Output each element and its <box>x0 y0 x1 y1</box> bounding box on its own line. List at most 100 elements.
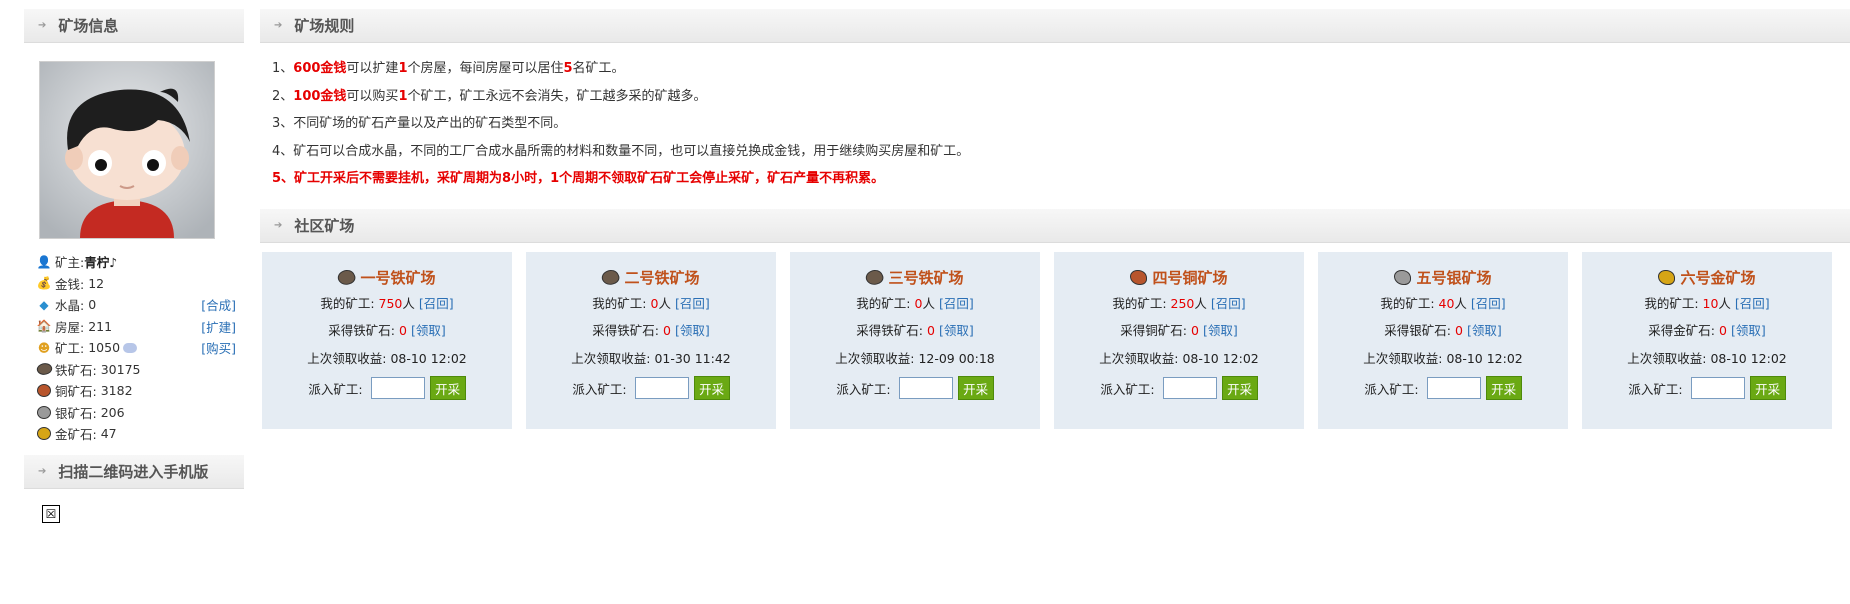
goldore-value: 47 <box>100 426 117 442</box>
silver-ore-icon <box>36 404 52 420</box>
mine-card-6: 六号金矿场 我的矿工: 10人 [召回] 采得金矿石: 0 [领取] 上次领取收… <box>1582 251 1832 429</box>
start-mining-button[interactable]: 开采 <box>1221 376 1258 400</box>
mine-title[interactable]: 四号铜矿场 <box>1054 266 1304 290</box>
mine-name: 六号金矿场 <box>1680 269 1756 287</box>
recall-link[interactable]: [召回] <box>1211 296 1246 311</box>
recall-link[interactable]: [召回] <box>1471 296 1506 311</box>
arrow-icon: ➔ <box>38 20 47 31</box>
recall-link[interactable]: [召回] <box>1735 296 1770 311</box>
stat-silver: 银矿石: 206 <box>36 402 236 424</box>
dispatch-row: 派入矿工: 开采 <box>526 372 776 404</box>
my-miners-label: 我的矿工: <box>592 295 647 311</box>
mine-title[interactable]: 六号金矿场 <box>1582 266 1832 290</box>
mine-card-2: 二号铁矿场 我的矿工: 0人 [召回] 采得铁矿石: 0 [领取] 上次领取收益… <box>526 251 776 429</box>
community-header: ➔ 社区矿场 <box>260 208 1850 243</box>
expand-link[interactable]: [扩建] <box>201 317 236 336</box>
dispatch-row: 派入矿工: 开采 <box>262 372 512 404</box>
ore-icon <box>1658 270 1676 285</box>
dispatch-miners-input[interactable] <box>898 377 953 399</box>
claim-link[interactable]: [领取] <box>1731 323 1766 338</box>
my-miners-row: 我的矿工: 0人 [召回] <box>790 290 1040 318</box>
my-miners-row: 我的矿工: 0人 [召回] <box>526 290 776 318</box>
claim-link[interactable]: [领取] <box>411 323 446 338</box>
qr-header: ➔ 扫描二维码进入手机版 <box>24 454 244 489</box>
dispatch-miners-input[interactable] <box>370 377 425 399</box>
people-unit: 人 <box>922 295 935 311</box>
speech-bubble-icon[interactable] <box>123 342 138 353</box>
last-claim-row: 上次领取收益: 08-10 12:02 <box>262 345 512 373</box>
people-unit: 人 <box>658 295 671 311</box>
last-claim-row: 上次领取收益: 08-10 12:02 <box>1054 345 1304 373</box>
my-miners-label: 我的矿工: <box>1112 295 1167 311</box>
synthesize-link[interactable]: [合成] <box>201 295 236 314</box>
rule-amount: 600金钱 <box>293 61 347 76</box>
last-claim-label: 上次领取收益: <box>835 350 915 366</box>
collected-value: 0 <box>663 323 671 338</box>
ore-icon <box>600 267 622 288</box>
mine-title[interactable]: 三号铁矿场 <box>790 266 1040 290</box>
dispatch-miners-input[interactable] <box>634 377 689 399</box>
my-miners-label: 我的矿工: <box>1644 295 1699 311</box>
qr-title: 扫描二维码进入手机版 <box>58 462 209 481</box>
stat-goldore: 金矿石: 47 <box>36 423 236 445</box>
mine-title[interactable]: 二号铁矿场 <box>526 266 776 290</box>
collected-label: 采得金矿石: <box>1648 323 1716 338</box>
start-mining-button[interactable]: 开采 <box>1749 376 1786 400</box>
recall-link[interactable]: [召回] <box>419 296 454 311</box>
last-claim-row: 上次领取收益: 12-09 00:18 <box>790 345 1040 373</box>
gold-value: 12 <box>88 275 105 291</box>
my-miners-row: 我的矿工: 40人 [召回] <box>1318 290 1568 318</box>
claim-link[interactable]: [领取] <box>1467 323 1502 338</box>
recall-link[interactable]: [召回] <box>939 296 974 311</box>
last-claim-time: 08-10 12:02 <box>390 350 467 366</box>
mine-card-3: 三号铁矿场 我的矿工: 0人 [召回] 采得铁矿石: 0 [领取] 上次领取收益… <box>790 251 1040 429</box>
rules-header: ➔ 矿场规则 <box>260 9 1850 43</box>
avatar <box>39 61 215 239</box>
rule-number: 1、 <box>272 61 294 76</box>
ore-icon <box>336 267 358 288</box>
claim-link[interactable]: [领取] <box>1203 323 1238 338</box>
claim-link[interactable]: [领取] <box>939 323 974 338</box>
dispatch-miners-input[interactable] <box>1426 377 1481 399</box>
mine-name: 二号铁矿场 <box>624 269 700 287</box>
start-mining-button[interactable]: 开采 <box>693 376 730 400</box>
mine-card-4: 四号铜矿场 我的矿工: 250人 [召回] 采得铜矿石: 0 [领取] 上次领取… <box>1054 251 1304 429</box>
stat-crystal: ◆ 水晶: 0 [合成] <box>36 294 236 316</box>
mine-name: 一号铁矿场 <box>360 269 436 287</box>
last-claim-label: 上次领取收益: <box>1627 350 1707 366</box>
dispatch-miners-input[interactable] <box>1690 377 1745 399</box>
last-claim-row: 上次领取收益: 08-10 12:02 <box>1318 345 1568 373</box>
dispatch-miners-input[interactable] <box>1162 377 1217 399</box>
buy-link[interactable]: [购买] <box>201 338 236 357</box>
ore-icon <box>1394 270 1412 285</box>
claim-link[interactable]: [领取] <box>675 323 710 338</box>
last-claim-label: 上次领取收益: <box>1099 350 1179 366</box>
iron-value: 30175 <box>100 361 141 377</box>
rule-text: 可以扩建 <box>346 61 399 76</box>
mine-stats: 👤 矿主: 青柠♪ 💰 金钱: 12 ◆ 水晶: 0 [合成] 🏠 房屋: 21… <box>34 251 236 445</box>
dispatch-row: 派入矿工: 开采 <box>1054 372 1304 404</box>
last-claim-label: 上次领取收益: <box>571 350 651 366</box>
start-mining-button[interactable]: 开采 <box>429 376 466 400</box>
mine-info-title: 矿场信息 <box>58 17 119 35</box>
mine-title[interactable]: 一号铁矿场 <box>262 266 512 290</box>
people-unit: 人 <box>402 295 415 311</box>
rule-amount: 100金钱 <box>293 88 347 104</box>
people-unit: 人 <box>1454 295 1467 311</box>
dispatch-row: 派入矿工: 开采 <box>790 372 1040 404</box>
ore-icon <box>864 267 886 288</box>
gold-ore-icon <box>36 426 52 442</box>
collected-row: 采得银矿石: 0 [领取] <box>1318 317 1568 345</box>
start-mining-button[interactable]: 开采 <box>957 376 994 400</box>
collected-value: 0 <box>927 323 935 338</box>
recall-link[interactable]: [召回] <box>675 296 710 311</box>
mine-title[interactable]: 五号银矿场 <box>1318 266 1568 290</box>
my-miners-label: 我的矿工: <box>856 295 911 311</box>
start-mining-button[interactable]: 开采 <box>1485 376 1522 400</box>
rule-text: 名矿工。 <box>572 61 625 76</box>
last-claim-time: 08-10 12:02 <box>1710 350 1787 366</box>
dispatch-label: 派入矿工: <box>308 381 363 397</box>
dispatch-label: 派入矿工: <box>1100 381 1155 397</box>
last-claim-label: 上次领取收益: <box>1363 350 1443 366</box>
miner-label: 矿工: <box>55 341 85 357</box>
